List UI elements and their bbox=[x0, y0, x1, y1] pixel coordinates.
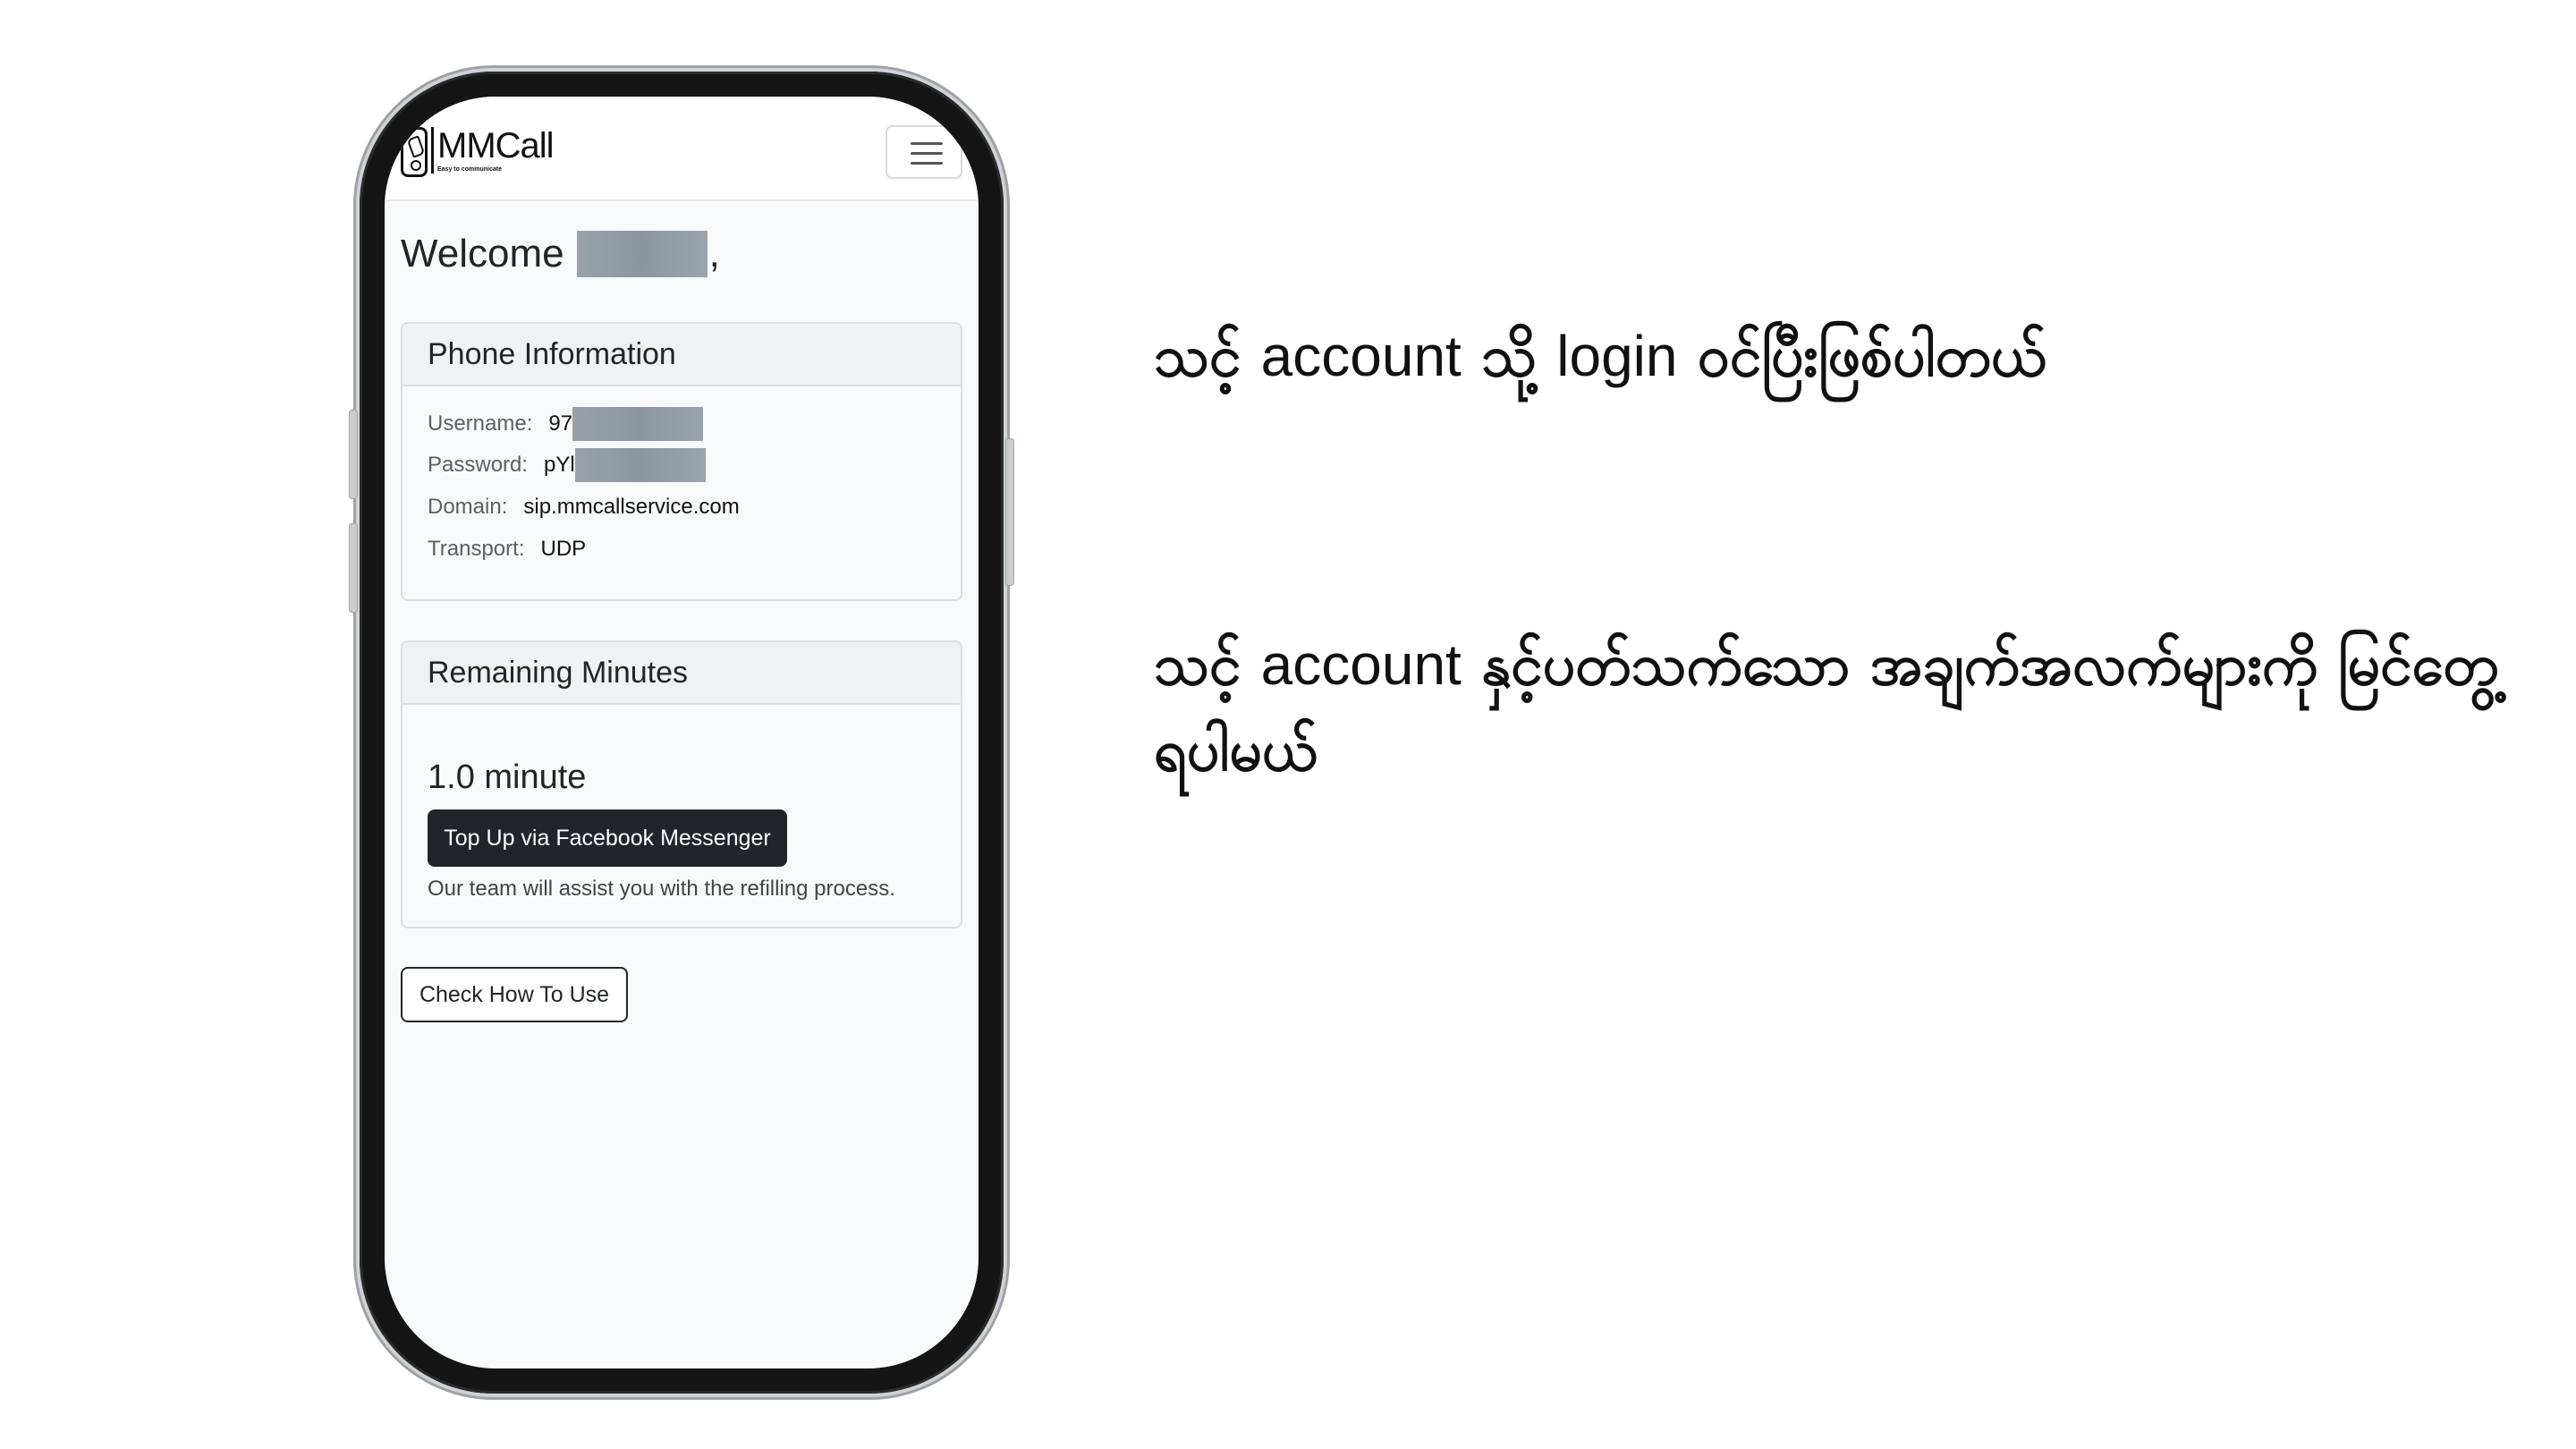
redacted-username bbox=[572, 407, 704, 441]
menu-line bbox=[911, 162, 943, 165]
transport-row: Transport: UDP bbox=[428, 531, 586, 567]
assist-text: Our team will assist you with the refill… bbox=[428, 877, 895, 901]
power-button bbox=[1005, 438, 1014, 586]
redacted-name bbox=[576, 231, 708, 277]
phone-mockup: MMCall Easy to communicate Welcome , Pho… bbox=[349, 72, 1014, 1394]
phone-information-card: Phone Information Username: 97 Password:… bbox=[401, 322, 962, 601]
brand-tagline: Easy to communicate bbox=[437, 166, 502, 173]
card-title: Remaining Minutes bbox=[402, 642, 961, 705]
transport-value: UDP bbox=[540, 537, 587, 561]
volume-up-button bbox=[349, 410, 358, 499]
password-label: Password: bbox=[428, 453, 529, 477]
caption-2-part2: account bbox=[1260, 632, 1462, 697]
domain-row: Domain: sip.mmcallservice.com bbox=[428, 489, 740, 525]
username-label: Username: bbox=[428, 411, 533, 436]
username-row: Username: 97 bbox=[428, 406, 704, 442]
brand-divider bbox=[431, 127, 434, 174]
caption-account-info: သင့် account နှင့်ပတ်သက်သော အချက်အလက်မျာ… bbox=[1154, 622, 2531, 794]
check-how-to-use-button[interactable]: Check How To Use bbox=[401, 967, 628, 1022]
domain-value: sip.mmcallservice.com bbox=[523, 495, 740, 519]
caption-1-part5: ဝင်ပြီးဖြစ်ပါတယ် bbox=[1697, 324, 2046, 390]
caption-2-part1: သင့် bbox=[1154, 632, 1241, 699]
menu-line bbox=[911, 142, 943, 145]
caption-login-success: သင့် account သို့ login ဝင်ပြီးဖြစ်ပါတယ် bbox=[1154, 313, 2046, 400]
caption-1-part3: သို့ bbox=[1481, 324, 1537, 390]
menu-line bbox=[911, 152, 943, 155]
card-title: Phone Information bbox=[402, 324, 961, 386]
remaining-minutes-card: Remaining Minutes 1.0 minute Top Up via … bbox=[401, 640, 962, 928]
username-value: 97 bbox=[548, 411, 573, 436]
brand-text: MMCall Easy to communicate bbox=[437, 126, 555, 173]
redacted-password bbox=[574, 448, 706, 482]
phone-screen: MMCall Easy to communicate Welcome , Pho… bbox=[385, 97, 979, 1368]
slide-canvas: MMCall Easy to communicate Welcome , Pho… bbox=[0, 0, 2576, 1449]
password-row: Password: pYl bbox=[428, 447, 706, 483]
transport-label: Transport: bbox=[428, 537, 525, 561]
welcome-comma: , bbox=[708, 232, 720, 275]
minutes-value: 1.0 minute bbox=[428, 758, 587, 796]
caption-1-part4: login bbox=[1556, 324, 1678, 388]
password-value: pYl bbox=[544, 453, 575, 477]
volume-down-button bbox=[349, 523, 358, 613]
welcome-heading: Welcome , bbox=[401, 231, 720, 277]
domain-label: Domain: bbox=[428, 495, 508, 519]
caption-1-part2: account bbox=[1260, 324, 1462, 388]
brand-name: MMCall bbox=[437, 126, 555, 165]
caption-1-part1: သင့် bbox=[1154, 324, 1241, 390]
hamburger-menu-icon[interactable] bbox=[886, 125, 962, 179]
top-up-button[interactable]: Top Up via Facebook Messenger bbox=[428, 809, 787, 867]
brand-logo[interactable]: MMCall Easy to communicate bbox=[401, 126, 555, 181]
phone-logo-icon bbox=[401, 127, 428, 177]
app-navbar: MMCall Easy to communicate bbox=[385, 97, 979, 201]
welcome-text: Welcome bbox=[401, 232, 564, 275]
